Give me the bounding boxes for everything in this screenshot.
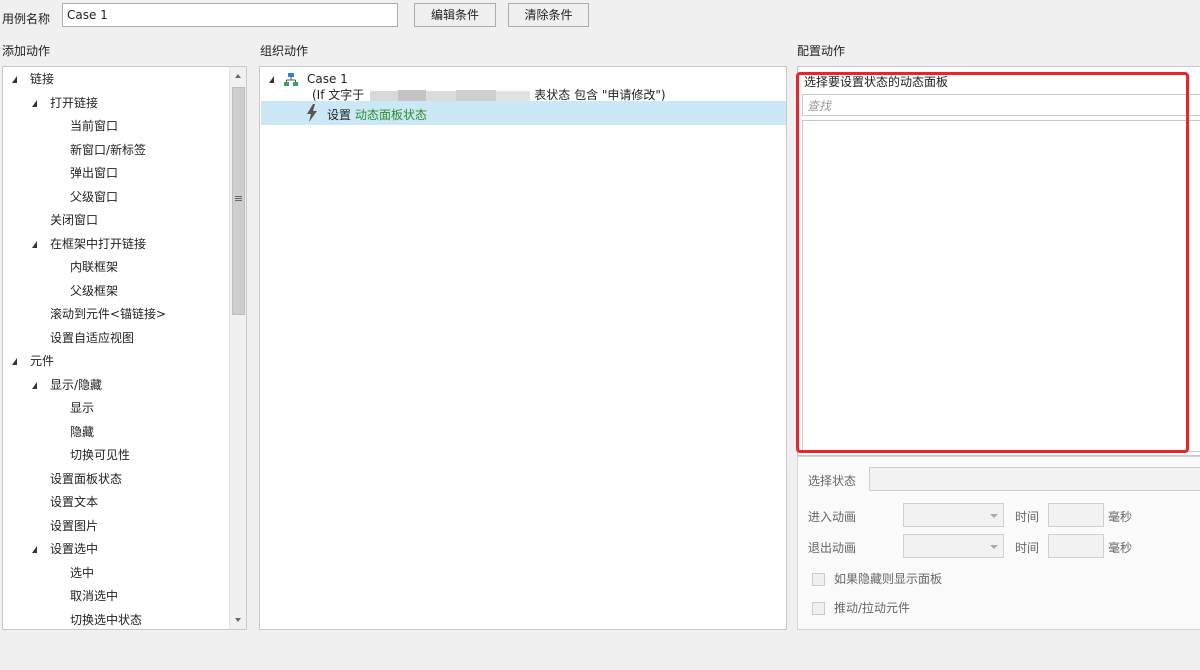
case-name[interactable]: Case 1	[307, 72, 348, 86]
scroll-down-icon[interactable]	[235, 618, 241, 622]
lightning-icon	[307, 104, 317, 122]
action-row-selected[interactable]: 设置 动态面板状态	[261, 101, 786, 125]
enter-animation-dropdown[interactable]	[903, 503, 1004, 527]
add-action-tree[interactable]: 链接打开链接当前窗口新窗口/新标签 弹出窗口父级窗口关闭窗口在框架中打开链接内联框…	[2, 66, 247, 630]
tree-item[interactable]: 元件	[30, 351, 54, 371]
tree-item[interactable]: 显示/隐藏	[50, 375, 102, 395]
condition-prefix: (If 文字于	[312, 88, 365, 102]
highlight-box	[796, 72, 1189, 453]
exit-ms-label: 毫秒	[1108, 541, 1133, 555]
chevron-down-icon	[990, 514, 998, 518]
case-name-label: 用例名称	[2, 12, 51, 26]
tree-item[interactable]: 选中	[70, 563, 94, 583]
tree-item[interactable]: 设置自适应视图	[50, 328, 134, 348]
scroll-up-icon[interactable]	[235, 74, 241, 78]
tree-item[interactable]: 滚动到元件<锚链接>	[50, 304, 166, 324]
organize-action-title: 组织动作	[260, 44, 309, 58]
tree-item[interactable]: 父级窗口	[70, 187, 118, 207]
tree-item[interactable]: 新窗口/新标签	[70, 140, 146, 160]
tree-item[interactable]: 切换可见性	[70, 445, 130, 465]
push-pull-checkbox[interactable]	[812, 602, 825, 615]
tree-item[interactable]: 打开链接	[50, 93, 98, 113]
configure-action-title: 配置动作	[797, 44, 846, 58]
push-pull-label: 推动/拉动元件	[834, 601, 911, 615]
chevron-down-icon	[990, 545, 998, 549]
enter-time-label: 时间	[1015, 510, 1040, 524]
tree-item[interactable]: 父级框架	[70, 281, 118, 301]
tree-item[interactable]: 隐藏	[70, 422, 94, 442]
tree-item[interactable]: 切换选中状态	[70, 610, 142, 630]
tree-item[interactable]: 设置选中	[50, 539, 98, 559]
tree-item[interactable]: 设置图片	[50, 516, 98, 536]
enter-animation-label: 进入动画	[808, 510, 857, 524]
expand-triangle-icon[interactable]	[12, 76, 17, 83]
edit-condition-button[interactable]: 编辑条件	[414, 3, 496, 27]
case-flow-icon	[284, 73, 298, 86]
exit-animation-label: 退出动画	[808, 541, 857, 555]
select-state-label: 选择状态	[808, 474, 857, 488]
clear-condition-button[interactable]: 清除条件	[508, 3, 589, 27]
condition-suffix: 表状态 包含 "申请修改")	[534, 88, 666, 102]
action-target: 动态面板状态	[355, 108, 428, 122]
add-action-title: 添加动作	[2, 44, 51, 58]
tree-item[interactable]: 弹出窗口	[70, 163, 118, 183]
exit-animation-dropdown[interactable]	[903, 534, 1004, 558]
show-if-hidden-label: 如果隐藏则显示面板	[834, 572, 943, 586]
tree-item[interactable]: 取消选中	[70, 586, 118, 606]
scroll-thumb[interactable]	[232, 87, 245, 315]
redacted-block	[398, 89, 427, 102]
expand-triangle-icon[interactable]	[32, 381, 37, 389]
tree-item[interactable]: 显示	[70, 398, 94, 418]
tree-item[interactable]: 内联框架	[70, 257, 118, 277]
organize-action-panel[interactable]: Case 1 (If 文字于 表状态 包含 "申请修改") 设置 动态面板状态	[259, 66, 787, 630]
enter-ms-label: 毫秒	[1108, 510, 1133, 524]
tree-item[interactable]: 当前窗口	[70, 116, 118, 136]
tree-item[interactable]: 设置文本	[50, 492, 98, 512]
tree-item[interactable]: 链接	[30, 69, 54, 89]
expand-triangle-icon[interactable]	[12, 358, 17, 365]
tree-item[interactable]: 在框架中打开链接	[50, 234, 146, 254]
enter-time-input[interactable]	[1048, 503, 1104, 527]
action-verb: 设置	[327, 108, 352, 122]
tree-scrollbar[interactable]	[229, 67, 246, 629]
exit-time-label: 时间	[1015, 541, 1040, 555]
tree-item[interactable]: 关闭窗口	[50, 210, 98, 230]
grip-icon	[235, 196, 242, 197]
redacted-block	[426, 90, 457, 101]
exit-time-input[interactable]	[1048, 534, 1104, 558]
tree-item[interactable]: 设置面板状态	[50, 469, 122, 489]
redacted-block	[496, 90, 531, 101]
select-state-field[interactable]	[869, 467, 1200, 491]
redacted-block	[456, 89, 497, 102]
state-options-panel: 选择状态 进入动画 时间 毫秒 退出动画 时间 毫秒 如果隐藏则显示面板 推动/…	[797, 456, 1200, 630]
redacted-block	[370, 90, 399, 101]
expand-triangle-icon[interactable]	[32, 240, 37, 248]
show-if-hidden-checkbox[interactable]	[812, 573, 825, 586]
expand-triangle-icon[interactable]	[32, 546, 37, 553]
collapse-triangle-icon[interactable]	[269, 76, 274, 83]
case-name-input[interactable]: Case 1	[62, 3, 398, 27]
expand-triangle-icon[interactable]	[32, 99, 37, 107]
